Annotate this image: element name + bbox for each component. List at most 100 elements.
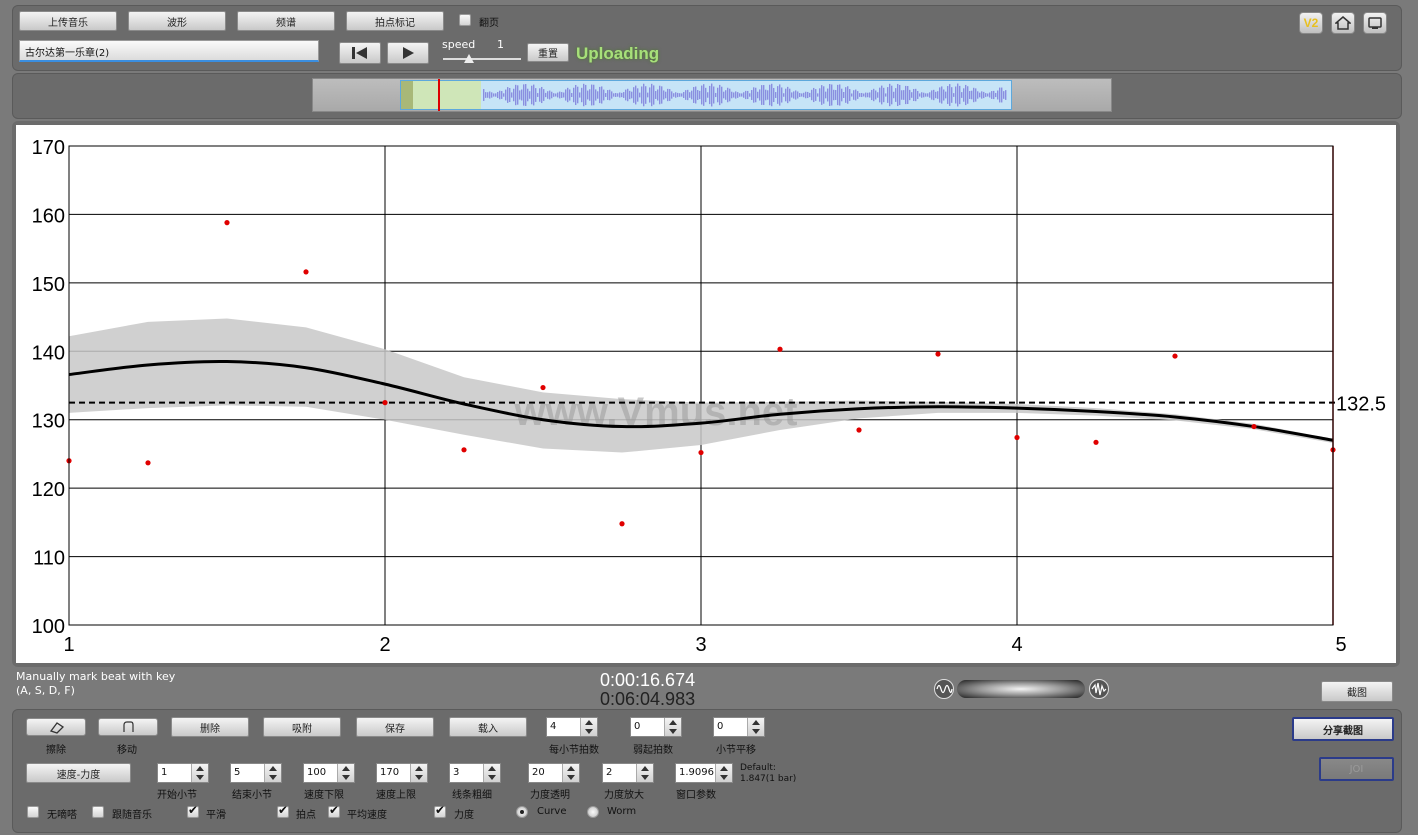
beats-per-bar-arrows[interactable] <box>580 718 597 736</box>
x-tick-label: 4 <box>1011 634 1022 656</box>
dynamics-scale-value: 2 <box>606 767 613 778</box>
line-width-arrows[interactable] <box>483 764 500 782</box>
skip-back-button[interactable] <box>339 42 381 64</box>
worm-radio[interactable] <box>587 806 599 818</box>
follow-music-label: 跟随音乐 <box>112 810 152 821</box>
home-icon[interactable] <box>1331 12 1355 34</box>
beats-per-bar-value: 4 <box>550 721 557 732</box>
load-button[interactable]: 载入 <box>449 717 527 737</box>
dynamics-opacity-arrows[interactable] <box>562 764 579 782</box>
spectrum-zoom-icon[interactable] <box>1089 679 1109 699</box>
speed-slider[interactable] <box>443 54 521 66</box>
waveform-zoom-icon[interactable] <box>934 679 954 699</box>
tempo-min-value: 100 <box>307 767 327 778</box>
tempo-dynamics-mode-button[interactable]: 速度-力度 <box>26 763 131 783</box>
beat-point <box>1251 423 1257 430</box>
snap-button[interactable]: 吸附 <box>263 717 341 737</box>
curve-label: Curve <box>537 806 567 817</box>
eraser-label: 擦除 <box>46 745 66 756</box>
pickup-beats-arrows[interactable] <box>664 718 681 736</box>
waveform-button[interactable]: 波形 <box>128 11 226 31</box>
x-tick-label: 2 <box>379 634 390 656</box>
dynamics-opacity-stepper[interactable]: 20 <box>528 763 580 783</box>
tempo-chart[interactable]: 1001101201301401501601701 2 3 4 5www.Vmus.ne… <box>16 125 1396 663</box>
chart-canvas[interactable]: 100 110 120 130 140 150 160 170 1 2 3 4 5 www.Vmus.ne… <box>16 125 1396 663</box>
end-bar-stepper[interactable]: 5 <box>230 763 282 783</box>
play-icon <box>403 47 414 59</box>
y-tick-label: 110 <box>33 548 65 570</box>
eraser-icon <box>49 722 65 734</box>
fullscreen-icon[interactable] <box>1363 12 1387 34</box>
beat-point <box>145 460 151 466</box>
dynamics-opacity-label: 力度透明 <box>530 790 570 801</box>
play-button[interactable] <box>387 42 429 64</box>
speed-slider-thumb[interactable] <box>464 54 474 63</box>
version-v2-icon[interactable]: V2 <box>1299 12 1323 34</box>
bar-shift-stepper[interactable]: 0 <box>713 717 765 737</box>
save-button[interactable]: 保存 <box>356 717 434 737</box>
waveform-overview[interactable] <box>312 78 1112 112</box>
speed-label: speed <box>442 38 476 51</box>
delete-button[interactable]: 删除 <box>171 717 249 737</box>
dynamics-scale-arrows[interactable] <box>636 764 653 782</box>
end-bar-arrows[interactable] <box>264 764 281 782</box>
page-turn-checkbox[interactable] <box>459 14 471 26</box>
waveform-visible-region[interactable] <box>400 80 1012 110</box>
x-tick-label: 1 <box>63 634 74 656</box>
beats-per-bar-label: 每小节拍数 <box>549 745 599 756</box>
start-bar-stepper[interactable]: 1 <box>157 763 209 783</box>
window-param-stepper[interactable]: 1.9096 <box>675 763 733 783</box>
beats-per-bar-stepper[interactable]: 4 <box>546 717 598 737</box>
window-param-arrows[interactable] <box>715 764 732 782</box>
average-tempo-checkbox[interactable] <box>328 803 340 818</box>
beat-point <box>1014 434 1020 441</box>
waveform-overview-panel <box>12 73 1402 119</box>
playhead-marker[interactable] <box>438 79 440 111</box>
default-window-line2: 1.847(1 bar) <box>740 774 797 784</box>
zoom-slider[interactable] <box>957 680 1085 698</box>
beats-label: 拍点 <box>296 810 316 821</box>
beat-point <box>777 346 783 352</box>
pickup-beats-stepper[interactable]: 0 <box>630 717 682 737</box>
pickup-beats-label: 弱起拍数 <box>633 745 673 756</box>
average-tempo-label: 平均速度 <box>347 810 387 821</box>
dynamics-checkbox[interactable] <box>434 803 446 818</box>
smooth-checkbox[interactable] <box>187 803 199 818</box>
beat-point <box>224 220 230 226</box>
smooth-label: 平滑 <box>206 810 226 821</box>
y-tick-label: 100 <box>32 616 65 638</box>
line-width-stepper[interactable]: 3 <box>449 763 501 783</box>
y-tick-label: 170 <box>32 137 65 159</box>
track-name-text: 古尔达第一乐章(2) <box>25 48 110 59</box>
tempo-min-arrows[interactable] <box>337 764 354 782</box>
tempo-min-label: 速度下限 <box>304 790 344 801</box>
tempo-min-stepper[interactable]: 100 <box>303 763 355 783</box>
bar-shift-arrows[interactable] <box>747 718 764 736</box>
share-screenshot-button[interactable]: 分享截图 <box>1292 717 1394 741</box>
track-name-field[interactable]: 古尔达第一乐章(2) <box>19 40 319 62</box>
x-tick-label: 3 <box>695 634 706 656</box>
eraser-tool[interactable] <box>26 718 86 736</box>
spectrum-button[interactable]: 频谱 <box>237 11 335 31</box>
screenshot-button[interactable]: 截图 <box>1321 681 1393 702</box>
y-tick-label: 120 <box>32 479 65 501</box>
beats-checkbox[interactable] <box>277 803 289 818</box>
tempo-max-stepper[interactable]: 170 <box>376 763 428 783</box>
beat-hint-line1: Manually mark beat with key <box>16 670 176 683</box>
start-bar-arrows[interactable] <box>191 764 208 782</box>
beat-point <box>935 351 941 357</box>
average-tempo-label: 132.5 <box>1336 394 1386 416</box>
reset-button[interactable]: 重置 <box>527 43 569 62</box>
tempo-max-arrows[interactable] <box>410 764 427 782</box>
dynamics-scale-label: 力度放大 <box>604 790 644 801</box>
dynamics-scale-stepper[interactable]: 2 <box>602 763 654 783</box>
speed-slider-track <box>443 58 521 60</box>
no-metronome-checkbox[interactable] <box>27 806 39 818</box>
beat-marking-button[interactable]: 拍点标记 <box>346 11 444 31</box>
move-label: 移动 <box>117 745 137 756</box>
upload-music-button[interactable]: 上传音乐 <box>19 11 117 31</box>
curve-radio[interactable] <box>516 806 528 818</box>
end-bar-label: 结束小节 <box>232 790 272 801</box>
move-tool[interactable] <box>98 718 158 736</box>
follow-music-checkbox[interactable] <box>92 806 104 818</box>
